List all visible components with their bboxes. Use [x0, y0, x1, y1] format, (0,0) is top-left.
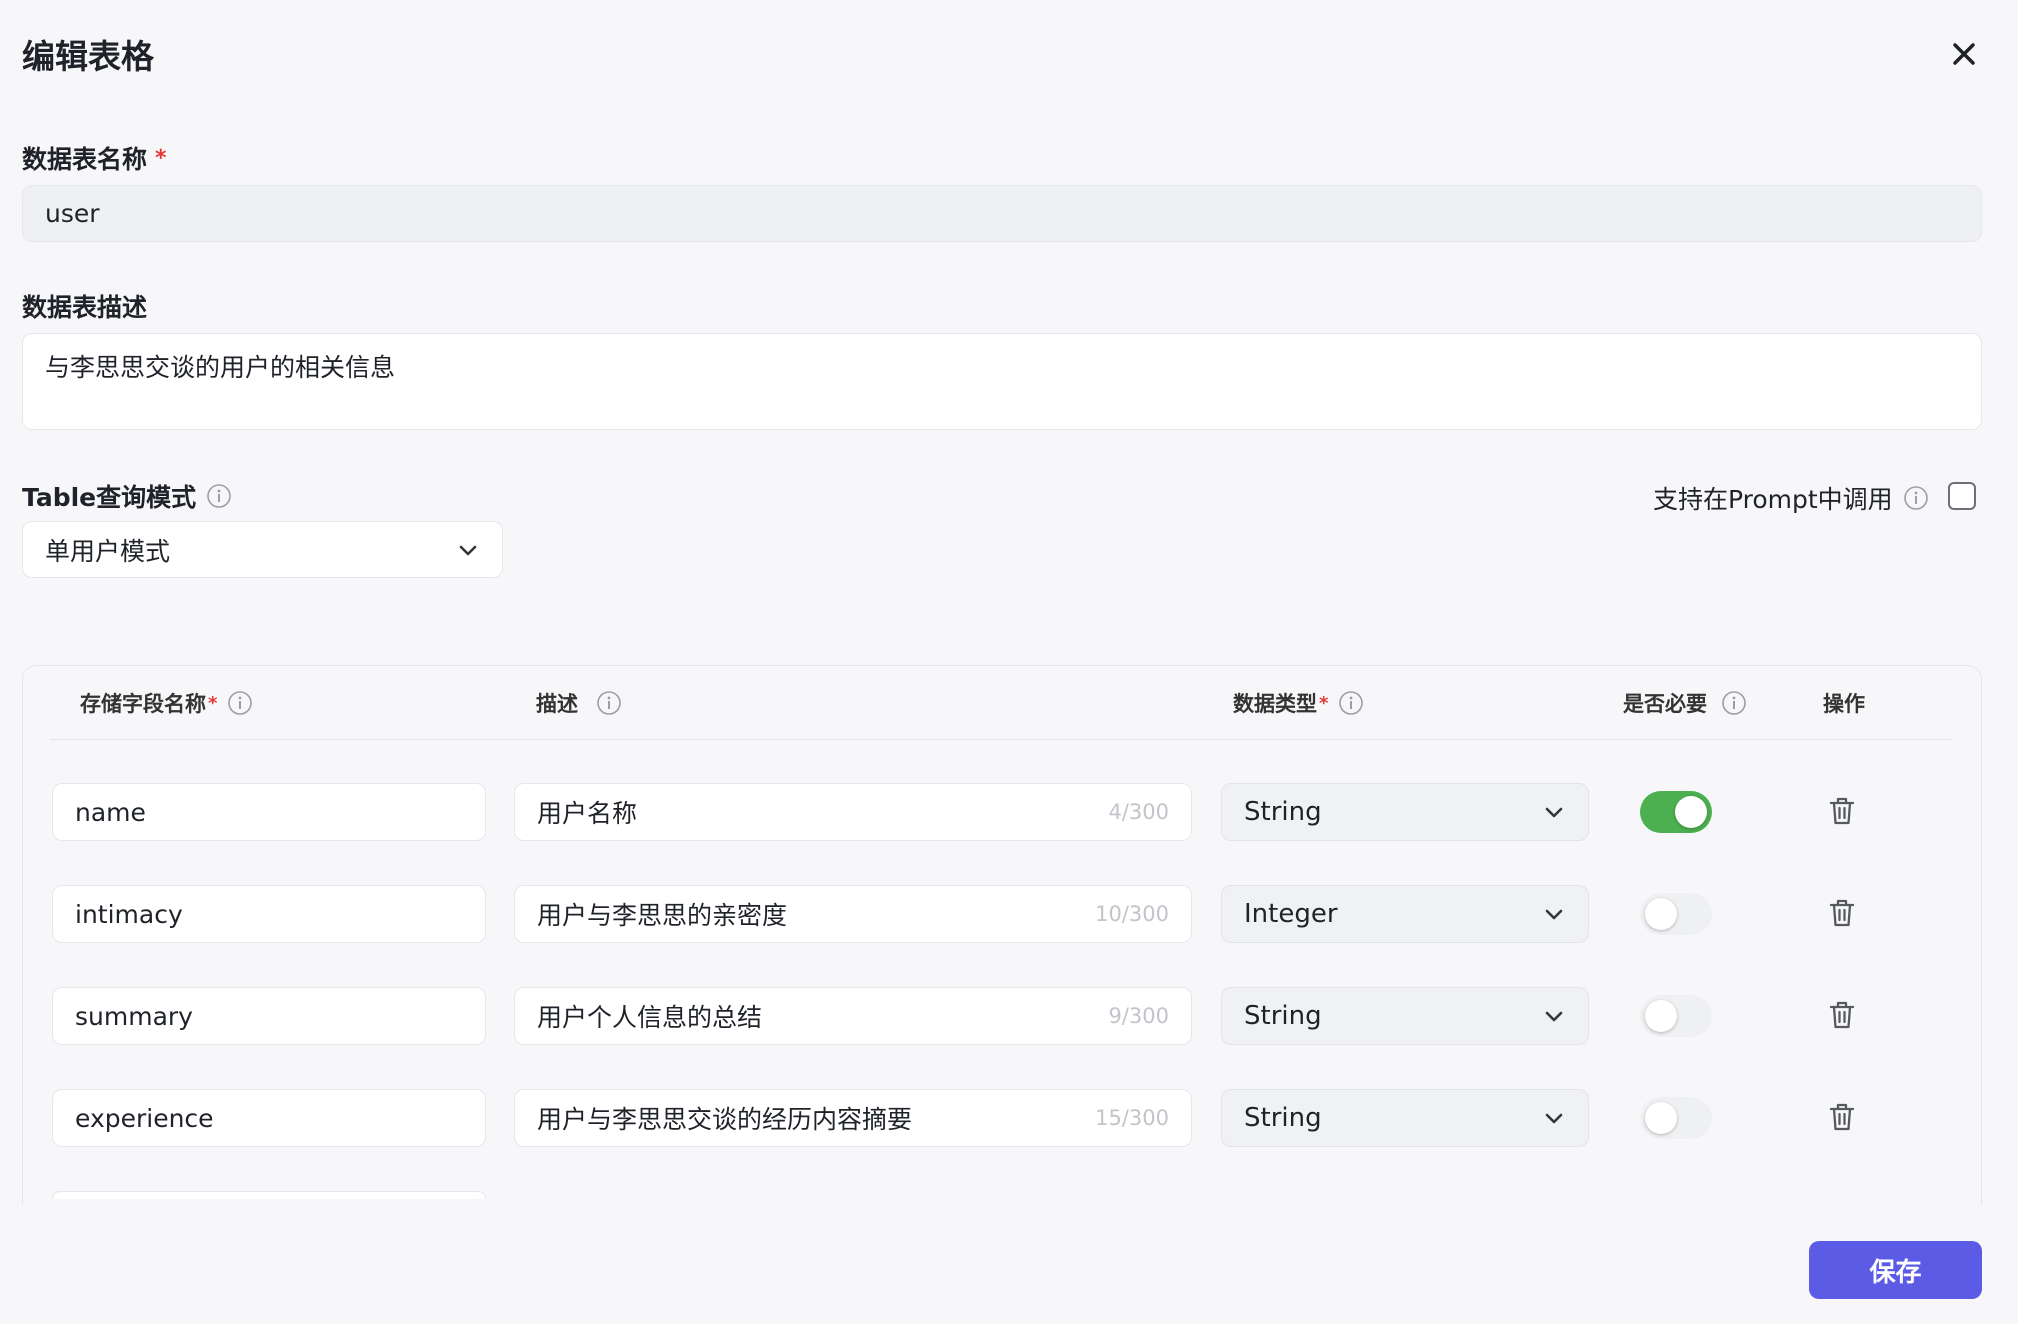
- trash-icon[interactable]: [1828, 898, 1856, 928]
- trash-icon[interactable]: [1828, 1000, 1856, 1030]
- header-field-name-text: 存储字段名称: [80, 692, 206, 716]
- header-action-text: 操作: [1823, 692, 1865, 716]
- prompt-support-checkbox[interactable]: [1948, 482, 1976, 510]
- table-desc-label-text: 数据表描述: [22, 293, 148, 322]
- table-name-label-text: 数据表名称: [22, 145, 148, 174]
- field-name-value: summary: [75, 1001, 193, 1031]
- info-icon[interactable]: [206, 483, 232, 509]
- char-counter: 9/300: [1108, 1004, 1169, 1028]
- header-required-text: 是否必要: [1623, 692, 1707, 716]
- info-icon[interactable]: [1721, 690, 1747, 716]
- required-mark: *: [208, 692, 218, 714]
- prompt-support-label-text: 支持在Prompt中调用: [1653, 485, 1893, 514]
- field-desc-value: 用户个人信息的总结: [537, 1003, 763, 1032]
- table-name-input[interactable]: user: [22, 185, 1982, 242]
- field-type-select[interactable]: Integer: [1221, 885, 1589, 943]
- info-icon[interactable]: [1903, 485, 1929, 511]
- chevron-down-icon: [1545, 1011, 1563, 1022]
- table-desc-value: 与李思思交谈的用户的相关信息: [45, 353, 396, 382]
- field-type-select[interactable]: String: [1221, 987, 1589, 1045]
- required-toggle[interactable]: [1640, 1097, 1712, 1139]
- required-toggle[interactable]: [1640, 995, 1712, 1037]
- field-type-select[interactable]: String: [1221, 1089, 1589, 1147]
- header-action: 操作: [1823, 688, 1865, 718]
- header-data-type-text: 数据类型: [1233, 692, 1317, 716]
- info-icon[interactable]: [227, 690, 253, 716]
- query-mode-label: Table查询模式: [22, 478, 232, 514]
- toggle-knob: [1645, 1102, 1677, 1134]
- field-name-input[interactable]: experience: [52, 1089, 486, 1147]
- required-mark: *: [1319, 692, 1329, 714]
- field-name-value: experience: [75, 1103, 214, 1133]
- toggle-knob: [1675, 796, 1707, 828]
- chevron-down-icon: [1545, 909, 1563, 920]
- field-desc-value: 用户与李思思的亲密度: [537, 901, 788, 930]
- trash-icon[interactable]: [1828, 1102, 1856, 1132]
- field-type-value: String: [1244, 1001, 1322, 1031]
- char-counter: 10/300: [1095, 902, 1169, 926]
- table-name-label: 数据表名称 *: [22, 140, 167, 176]
- info-icon[interactable]: [596, 690, 622, 716]
- header-desc: 描述: [536, 688, 622, 718]
- header-desc-text: 描述: [536, 692, 578, 716]
- dialog-title: 编辑表格: [22, 37, 154, 76]
- field-type-value: String: [1244, 797, 1322, 827]
- prompt-support-label: 支持在Prompt中调用: [1653, 480, 1929, 516]
- header-required: 是否必要: [1623, 688, 1747, 718]
- trash-icon[interactable]: [1828, 796, 1856, 826]
- header-divider: [50, 739, 1952, 740]
- char-counter: 15/300: [1095, 1106, 1169, 1130]
- table-desc-textarea[interactable]: 与李思思交谈的用户的相关信息: [22, 333, 1982, 430]
- field-desc-input[interactable]: 用户名称 4/300: [514, 783, 1192, 841]
- field-desc-input[interactable]: 用户与李思思的亲密度 10/300: [514, 885, 1192, 943]
- table-name-value: user: [45, 199, 100, 228]
- chevron-down-icon: [1545, 807, 1563, 818]
- field-name-input[interactable]: [52, 1191, 486, 1199]
- field-type-select[interactable]: String: [1221, 783, 1589, 841]
- field-type-value: Integer: [1244, 899, 1338, 929]
- save-button[interactable]: 保存: [1809, 1241, 1982, 1299]
- field-name-value: name: [75, 797, 146, 827]
- required-mark: *: [155, 145, 167, 171]
- field-desc-value: 用户名称: [537, 799, 638, 828]
- required-toggle[interactable]: [1640, 791, 1712, 833]
- query-mode-select[interactable]: 单用户模式: [22, 521, 503, 578]
- query-mode-value: 单用户模式: [45, 536, 171, 566]
- field-desc-input[interactable]: 用户个人信息的总结 9/300: [514, 987, 1192, 1045]
- field-type-value: String: [1244, 1103, 1322, 1133]
- header-data-type: 数据类型 *: [1233, 688, 1364, 718]
- chevron-down-icon: [1545, 1113, 1563, 1124]
- field-desc-value: 用户与李思思交谈的经历内容摘要: [537, 1105, 913, 1134]
- field-name-input[interactable]: intimacy: [52, 885, 486, 943]
- table-desc-label: 数据表描述: [22, 288, 147, 324]
- close-icon[interactable]: [1944, 34, 1984, 74]
- field-name-value: intimacy: [75, 899, 183, 929]
- field-name-input[interactable]: summary: [52, 987, 486, 1045]
- header-field-name: 存储字段名称 *: [80, 688, 253, 718]
- char-counter: 4/300: [1108, 800, 1169, 824]
- chevron-down-icon: [459, 545, 477, 555]
- toggle-knob: [1645, 1000, 1677, 1032]
- info-icon[interactable]: [1338, 690, 1364, 716]
- field-desc-input[interactable]: 用户与李思思交谈的经历内容摘要 15/300: [514, 1089, 1192, 1147]
- query-mode-label-text: Table查询模式: [22, 483, 197, 512]
- required-toggle[interactable]: [1640, 893, 1712, 935]
- field-name-input[interactable]: name: [52, 783, 486, 841]
- toggle-knob: [1645, 898, 1677, 930]
